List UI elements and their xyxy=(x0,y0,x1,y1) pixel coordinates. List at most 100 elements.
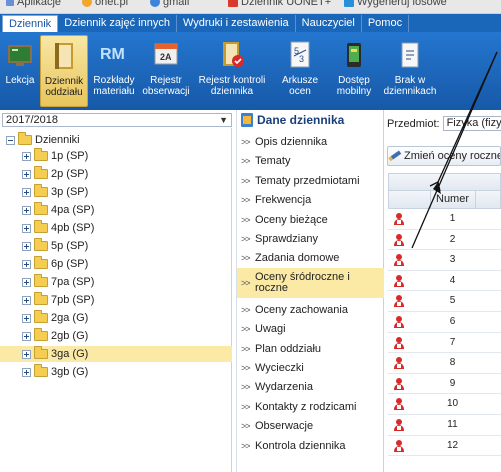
rejestr-kontroli-button[interactable]: Rejestr kontroli dziennika xyxy=(192,35,272,107)
tab-dziennik[interactable]: Dziennik xyxy=(2,15,59,32)
table-row[interactable]: 7 xyxy=(388,333,501,354)
expand-icon[interactable] xyxy=(22,223,31,233)
expand-icon[interactable] xyxy=(22,169,31,179)
ribbon-label: Brak w dziennikach xyxy=(383,75,437,97)
expand-icon[interactable] xyxy=(22,349,31,359)
expand-icon[interactable] xyxy=(22,367,31,377)
journal-menu-item[interactable]: >> Wycieczki xyxy=(237,358,384,378)
journal-menu-item[interactable]: >> Opis dziennika xyxy=(237,132,384,152)
journal-menu-item[interactable]: >> Oceny zachowania xyxy=(237,300,384,320)
ribbon-label: Rozkłady materiału xyxy=(93,75,135,97)
tab-wydruki[interactable]: Wydruki i zestawienia xyxy=(177,15,296,32)
tab-pomoc[interactable]: Pomoc xyxy=(362,15,410,32)
table-row[interactable]: 10 xyxy=(388,394,501,415)
change-grades-button[interactable]: Zmień oceny roczne xyxy=(387,146,501,166)
rm-icon: RM xyxy=(99,41,129,69)
arkusze-ocen-button[interactable]: 53 Arkusze ocen xyxy=(272,35,328,107)
tree-item[interactable]: 3ga (G) xyxy=(0,346,232,362)
lekcja-button[interactable]: Lekcja xyxy=(0,35,40,107)
tree-item[interactable]: 2ga (G) xyxy=(0,310,232,326)
expand-icon[interactable] xyxy=(22,259,31,269)
tab-nauczyciel[interactable]: Nauczyciel xyxy=(296,15,362,32)
gmail-icon xyxy=(150,0,160,7)
dostep-mobilny-button[interactable]: Dostęp mobilny xyxy=(328,35,380,107)
grid-header: Numer xyxy=(388,191,501,209)
column-numer[interactable]: Numer xyxy=(431,191,476,208)
tree-item[interactable]: 1p (SP) xyxy=(0,148,232,164)
tree-item[interactable]: 4pa (SP) xyxy=(0,202,232,218)
random-icon xyxy=(344,0,354,7)
tree-root-dzienniki[interactable]: Dzienniki xyxy=(6,132,80,148)
folder-icon xyxy=(34,184,48,197)
journal-menu-item[interactable]: >> Zadania domowe xyxy=(237,248,384,268)
chevron-right-icon: >> xyxy=(241,421,251,432)
student-icon xyxy=(394,439,404,452)
tree-item[interactable]: 7pa (SP) xyxy=(0,274,232,290)
bookmark-uonet[interactable]: Dziennik UONET+ xyxy=(228,0,331,8)
rejestr-obserwacji-button[interactable]: 2A Rejestr obserwacji xyxy=(140,35,192,107)
subject-select[interactable]: Fizyka (fizyk xyxy=(442,116,501,131)
journal-menu-label: Zadania domowe xyxy=(255,252,340,265)
tree-item[interactable]: 7pb (SP) xyxy=(0,292,232,308)
table-row[interactable]: 6 xyxy=(388,312,501,333)
tab-dziennik-zajec-innych[interactable]: Dziennik zajęć innych xyxy=(58,15,177,32)
ribbon-label: Lekcja xyxy=(5,75,35,86)
journal-menu-label: Tematy przedmiotami xyxy=(255,174,360,187)
table-row[interactable]: 4 xyxy=(388,271,501,292)
table-row[interactable]: 5 xyxy=(388,291,501,312)
folder-icon xyxy=(34,328,48,341)
table-row[interactable]: 2 xyxy=(388,230,501,251)
dziennik-oddzialu-button[interactable]: Dziennik oddziału xyxy=(40,35,88,107)
tree-item[interactable]: 2p (SP) xyxy=(0,166,232,182)
table-row[interactable]: 1 xyxy=(388,209,501,230)
journal-menu-item[interactable]: >> Kontakty z rodzicami xyxy=(237,397,384,417)
row-icon-cell xyxy=(388,291,430,311)
journal-menu-item[interactable]: >> Oceny śródroczne i roczne xyxy=(237,267,384,298)
expand-icon[interactable] xyxy=(22,277,31,287)
journal-menu-item[interactable]: >> Obserwacje xyxy=(237,416,384,436)
bookmark-losowe[interactable]: Wygeneruj losowe xyxy=(344,0,447,8)
journal-menu-item[interactable]: >> Tematy przedmiotami xyxy=(237,171,384,191)
expand-icon[interactable] xyxy=(22,151,31,161)
expand-icon[interactable] xyxy=(22,241,31,251)
ribbon-toolbar: Lekcja Dziennik oddziału RM Rozkłady mat… xyxy=(0,32,501,110)
year-select[interactable]: 2017/2018 ▼ xyxy=(2,113,232,127)
journal-menu-item[interactable]: >> Uwagi xyxy=(237,319,384,339)
rozklady-materialu-button[interactable]: RM Rozkłady materiału xyxy=(88,35,140,107)
tree-item[interactable]: 2gb (G) xyxy=(0,328,232,344)
tree-item[interactable]: 3gb (G) xyxy=(0,364,232,380)
journal-menu-item[interactable]: >> Tematy xyxy=(237,151,384,171)
journal-menu-item[interactable]: >> Frekwencja xyxy=(237,190,384,210)
journal-menu-item[interactable]: >> Kontrola dziennika xyxy=(237,436,384,456)
expand-icon[interactable] xyxy=(22,205,31,215)
expand-icon[interactable] xyxy=(22,313,31,323)
table-row[interactable]: 11 xyxy=(388,415,501,436)
table-row[interactable]: 9 xyxy=(388,374,501,395)
table-row[interactable]: 3 xyxy=(388,250,501,271)
students-grid: Numer 1 2 3 4 5 6 7 8 9 10 11 12 xyxy=(388,173,501,457)
expand-icon[interactable] xyxy=(22,187,31,197)
table-row[interactable]: 8 xyxy=(388,353,501,374)
tree-item[interactable]: 4pb (SP) xyxy=(0,220,232,236)
tree-item-label: 6p (SP) xyxy=(51,258,89,270)
bookmark-gmail[interactable]: gmail xyxy=(150,0,189,8)
journal-menu-item[interactable]: >> Plan oddziału xyxy=(237,339,384,359)
journal-menu-item[interactable]: >> Oceny bieżące xyxy=(237,210,384,230)
tree-item[interactable]: 5p (SP) xyxy=(0,238,232,254)
expand-icon[interactable] xyxy=(22,331,31,341)
collapse-icon[interactable] xyxy=(6,135,15,145)
table-row[interactable]: 12 xyxy=(388,436,501,457)
journal-menu-item[interactable]: >> Wydarzenia xyxy=(237,377,384,397)
tree-item-label: 3p (SP) xyxy=(51,186,89,198)
journal-menu-item[interactable]: >> Sprawdziany xyxy=(237,229,384,249)
tree-item[interactable]: 6p (SP) xyxy=(0,256,232,272)
row-icon-cell xyxy=(388,250,430,270)
row-number: 9 xyxy=(449,377,456,389)
tree-item[interactable]: 3p (SP) xyxy=(0,184,232,200)
brak-w-dziennikach-button[interactable]: Brak w dziennikach xyxy=(380,35,440,107)
expand-icon[interactable] xyxy=(22,295,31,305)
observation-icon: 2A xyxy=(154,41,178,69)
bookmark-apps[interactable]: Aplikacje xyxy=(6,0,61,8)
student-icon xyxy=(394,398,404,411)
bookmark-onet[interactable]: onet.pl xyxy=(82,0,128,8)
